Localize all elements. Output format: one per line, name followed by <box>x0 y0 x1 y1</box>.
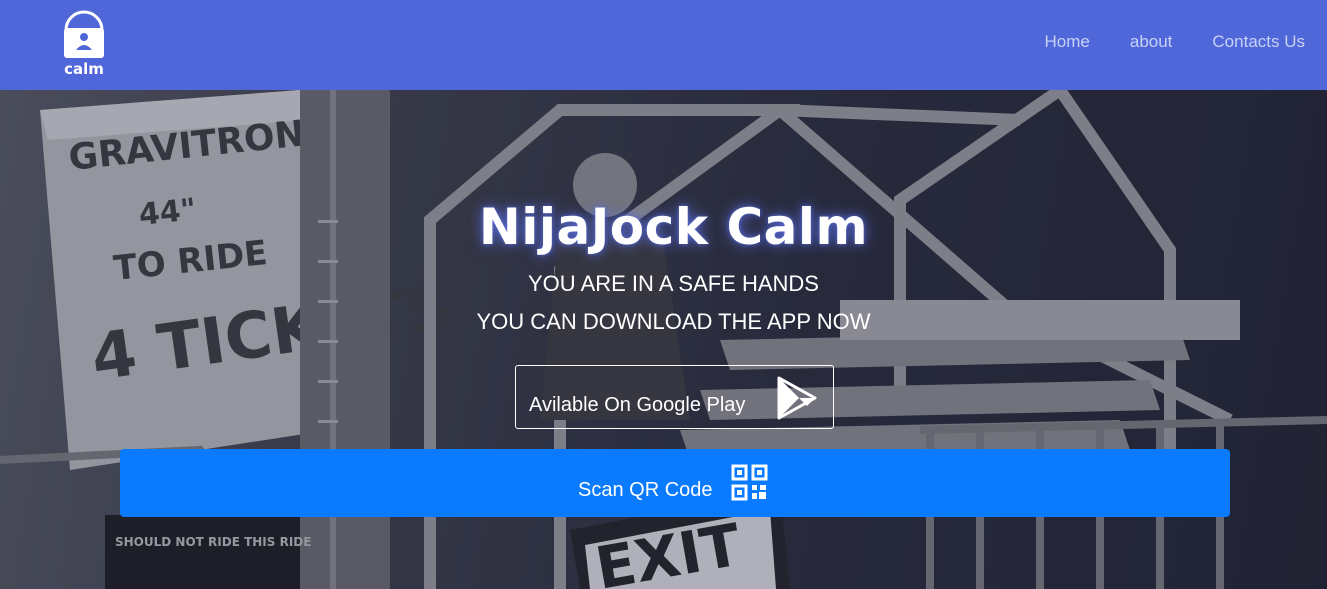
hero-subtitle-1: YOU ARE IN A SAFE HANDS <box>528 271 819 296</box>
hero-section: GRAVITRON 44" TO RIDE 4 TICKETS SHOULD N… <box>0 90 1327 589</box>
scan-qr-button[interactable]: Scan QR Code <box>120 449 1230 517</box>
nav-link-contacts[interactable]: Contacts Us <box>1212 32 1305 52</box>
navbar: calm Home about Contacts Us <box>0 0 1327 90</box>
hero-title: NijaJock Calm <box>478 198 869 256</box>
google-play-label: Avilable On Google Play <box>529 394 746 416</box>
nav-link-home[interactable]: Home <box>1045 32 1090 52</box>
nav-links: Home about Contacts Us <box>1045 32 1306 52</box>
hero-subtitle-2: YOU CAN DOWNLOAD THE APP NOW <box>476 309 871 334</box>
play-store-icon <box>777 376 817 420</box>
qr-code-icon <box>731 464 768 501</box>
logo[interactable]: calm <box>58 6 110 80</box>
nav-link-about[interactable]: about <box>1130 32 1173 52</box>
google-play-button[interactable]: Avilable On Google Play <box>515 365 834 429</box>
lock-user-icon <box>64 10 104 58</box>
logo-text: calm <box>64 60 104 78</box>
scan-qr-label: Scan QR Code <box>578 479 713 501</box>
